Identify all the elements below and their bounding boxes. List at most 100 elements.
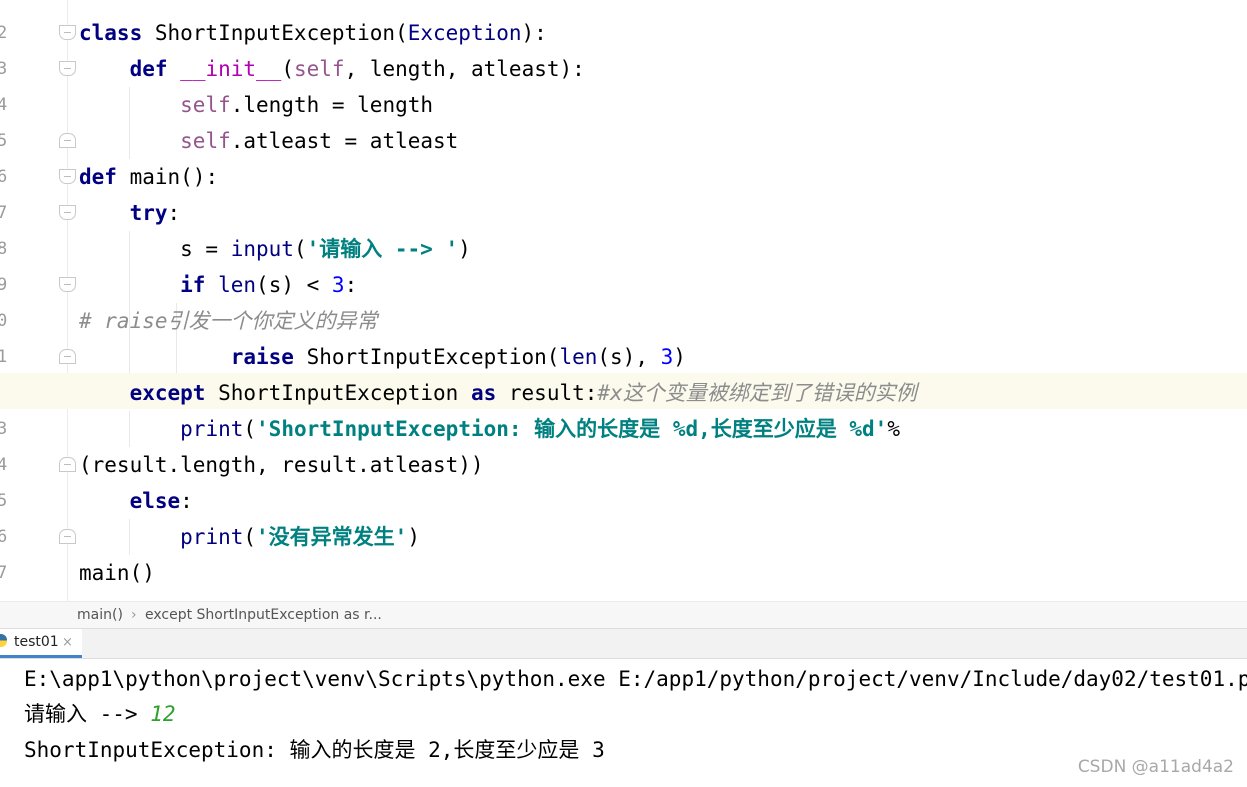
line-number: 3 <box>0 419 8 439</box>
code-token: % <box>887 417 900 441</box>
code-token: self <box>293 57 345 81</box>
fold-toggle-if[interactable] <box>59 277 76 292</box>
code-token: ( <box>293 237 307 261</box>
tab-label: test01 <box>14 634 59 650</box>
code-token: __init__ <box>180 57 282 81</box>
code-token: def <box>129 57 168 81</box>
line-number: 3 <box>0 59 8 79</box>
run-tool-window-tabs: test01 × <box>0 628 1247 659</box>
code-token: class <box>79 21 143 45</box>
code-line[interactable]: else: <box>79 483 193 519</box>
code-token: as <box>470 381 497 405</box>
fold-end-init[interactable] <box>59 133 76 148</box>
fold-toggle-init[interactable] <box>59 61 76 76</box>
code-token: ): <box>521 21 547 45</box>
gutter-separator <box>67 0 68 601</box>
code-line[interactable]: self.atleast = atleast <box>79 123 458 159</box>
code-line[interactable]: (result.length, result.atleast)) <box>79 447 484 483</box>
code-token: ) <box>407 525 420 549</box>
tab-test01[interactable]: test01 × <box>0 629 82 658</box>
line-number: 8 <box>0 239 8 259</box>
code-line[interactable]: if len(s) < 3: <box>79 267 357 303</box>
code-line[interactable]: try: <box>79 195 181 231</box>
code-token: self <box>180 93 231 117</box>
code-token: print <box>180 525 244 549</box>
code-token: (s) < <box>256 273 332 297</box>
code-token: # raise引发一个你定义的异常 <box>79 309 378 333</box>
line-number: 9 <box>0 275 8 295</box>
code-token: try <box>129 201 168 225</box>
console-prompt: 请输入 --> <box>24 702 151 726</box>
code-token: Exception <box>407 21 522 45</box>
fold-toggle-try[interactable] <box>59 205 76 220</box>
line-number: 5 <box>0 131 8 151</box>
watermark: CSDN @a11ad4a2 <box>1077 757 1234 777</box>
fold-end-main[interactable] <box>59 529 76 544</box>
fold-toggle-class[interactable] <box>59 25 76 40</box>
line-number: 4 <box>0 455 8 475</box>
code-line[interactable]: print('没有异常发生') <box>79 519 420 555</box>
console-prompt-line: 请输入 --> 12 <box>24 696 176 732</box>
console-command-line: E:\app1\python\project\venv\Scripts\pyth… <box>24 667 1247 691</box>
code-token: result: <box>496 381 598 405</box>
code-token: #x这个变量被绑定到了错误的实例 <box>597 381 917 405</box>
console-output-line: ShortInputException: 输入的长度是 2,长度至少应是 3 <box>24 738 605 762</box>
code-token: len <box>559 345 598 369</box>
fold-end-except[interactable] <box>59 457 76 472</box>
code-token: s = <box>79 237 231 261</box>
code-line[interactable]: s = input('请输入 --> ') <box>79 231 471 267</box>
code-editor[interactable]: 2345678901234567 class ShortInputExcepti… <box>0 0 1247 601</box>
code-token: print <box>180 417 244 441</box>
code-token: input <box>230 237 294 261</box>
code-token: ShortInputException( <box>293 345 560 369</box>
fold-end-if[interactable] <box>59 349 76 364</box>
line-number: 6 <box>0 527 8 547</box>
fold-toggle-main[interactable] <box>59 169 76 184</box>
code-token: .length = length <box>230 93 434 117</box>
code-token: , length, atleast): <box>344 57 585 81</box>
code-line[interactable]: def __init__(self, length, atleast): <box>79 51 585 87</box>
code-line[interactable]: print('ShortInputException: 输入的长度是 %d,长度… <box>79 411 900 447</box>
code-token: (s), <box>597 345 661 369</box>
code-token: else <box>129 489 181 513</box>
code-token: ( <box>281 57 294 81</box>
code-token: : <box>167 201 181 225</box>
breadcrumb-item-main[interactable]: main() <box>77 602 123 628</box>
code-token: main(): <box>116 165 219 189</box>
code-token: 3 <box>660 345 674 369</box>
code-line[interactable]: main() <box>79 555 155 591</box>
line-number: 7 <box>0 203 8 223</box>
run-console[interactable]: E:\app1\python\project\venv\Scripts\pyth… <box>0 659 1247 787</box>
code-line[interactable]: class ShortInputException(Exception): <box>79 15 547 51</box>
close-icon[interactable]: × <box>62 629 73 656</box>
line-number: 4 <box>0 95 8 115</box>
code-token: main() <box>79 561 155 585</box>
code-token: raise <box>230 345 294 369</box>
code-line[interactable]: # raise引发一个你定义的异常 <box>79 303 378 339</box>
code-token: 3 <box>331 273 345 297</box>
code-token: len <box>218 273 257 297</box>
breadcrumb-item-except[interactable]: except ShortInputException as r... <box>145 602 382 628</box>
breadcrumb-separator-icon: › <box>131 607 137 623</box>
console-user-input: 12 <box>150 702 176 726</box>
code-token: : <box>180 489 193 513</box>
code-token: ShortInputException( <box>142 21 408 45</box>
line-number: 1 <box>0 347 8 367</box>
code-line[interactable]: except ShortInputException as result:#x这… <box>79 375 917 411</box>
code-line[interactable]: raise ShortInputException(len(s), 3) <box>79 339 686 375</box>
code-line[interactable]: def main(): <box>79 159 218 195</box>
code-token: (result.length, result.atleast)) <box>79 453 484 477</box>
code-line[interactable]: self.length = length <box>79 87 433 123</box>
code-token: ) <box>458 237 471 261</box>
